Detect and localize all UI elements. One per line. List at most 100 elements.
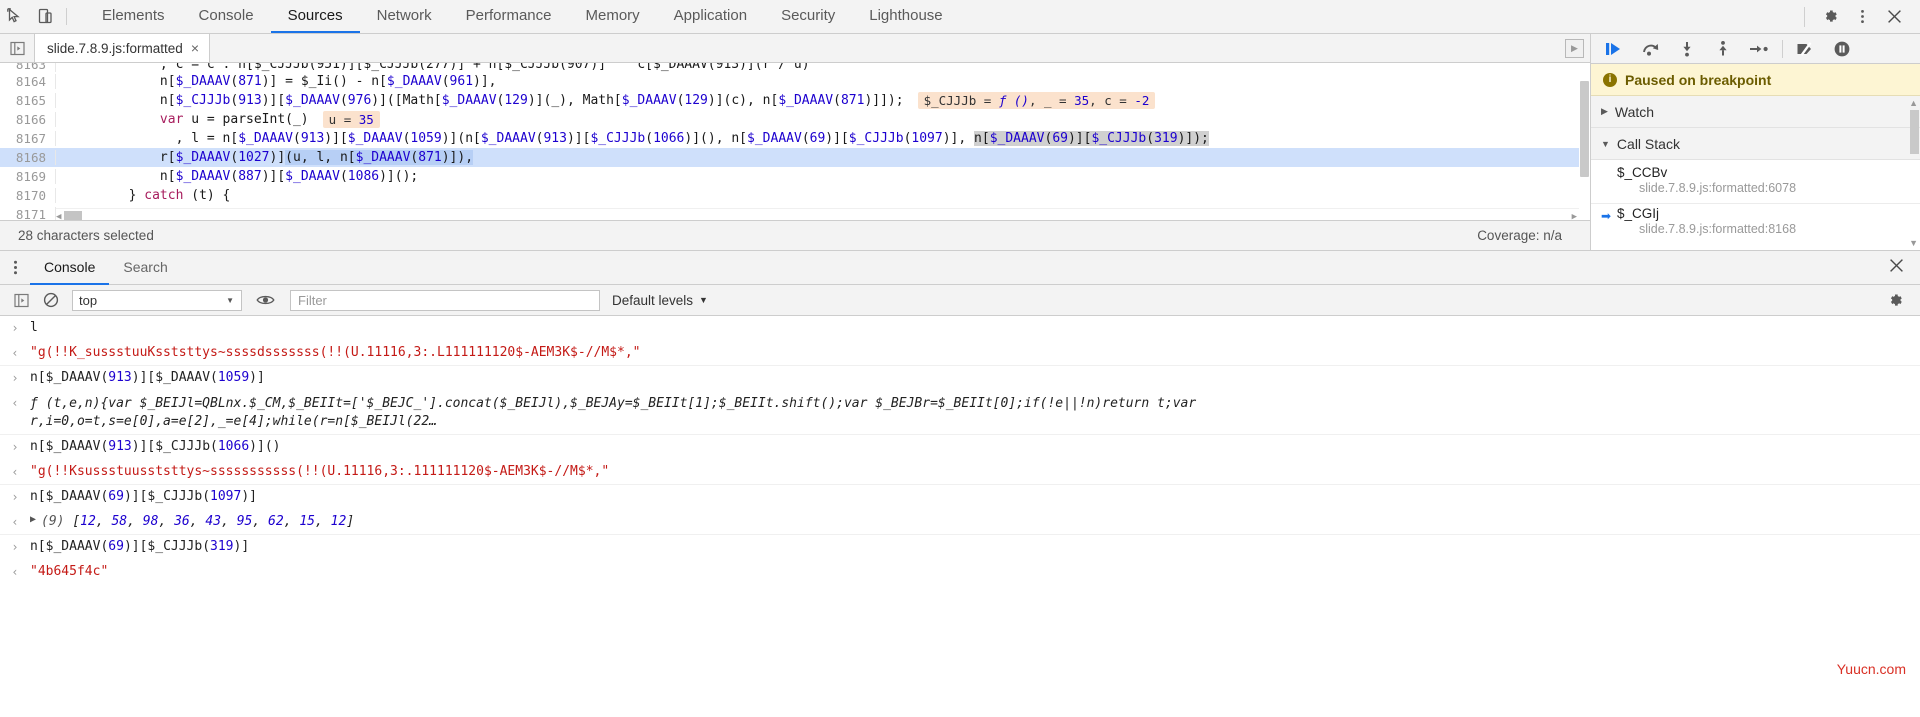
editor-line: 8164 n[$_DAAAV(871)] = $_Ii() - n[$_DAAA… <box>0 72 1590 91</box>
console-output-row: ‹ "4b645f4c" <box>0 560 1920 585</box>
scrollbar-thumb[interactable] <box>1910 110 1919 154</box>
console-levels-dropdown[interactable]: Default levels ▼ <box>612 293 708 308</box>
inline-value-num1: 35 <box>1074 93 1090 108</box>
console-output-row: ‹ ▶ (9) [12, 58, 98, 36, 43, 95, 62, 15,… <box>0 510 1920 535</box>
devtools-main-toolbar: Elements Console Sources Network Perform… <box>0 0 1920 34</box>
console-settings-icon[interactable] <box>1887 292 1914 309</box>
main-toolbar-right <box>1795 0 1920 33</box>
tab-lighthouse[interactable]: Lighthouse <box>852 0 959 33</box>
watch-section-header[interactable]: ▶ Watch <box>1591 96 1920 128</box>
arg-number: 69 <box>108 489 124 504</box>
show-navigator-icon[interactable] <box>0 34 34 62</box>
line-code: var u = parseInt(_) <box>56 112 309 127</box>
source-code-editor[interactable]: 8163 , c = c : n[$_CJJJb(951)][$_CJJJb(2… <box>0 63 1590 220</box>
call-stack-frame[interactable]: $_CCBv slide.7.8.9.js:formatted:6078 <box>1591 163 1920 199</box>
input-prompt-icon: › <box>11 321 19 335</box>
inspect-element-icon[interactable] <box>0 0 30 33</box>
deactivate-breakpoints-button[interactable] <box>1788 34 1824 64</box>
tab-application[interactable]: Application <box>657 0 764 33</box>
file-tab-bar-right: ▶ <box>1565 34 1590 62</box>
drawer-tab-search[interactable]: Search <box>109 251 181 285</box>
step-into-button[interactable] <box>1669 34 1705 64</box>
editor-horizontal-scrollbar[interactable]: ◀ ▶ <box>56 208 1579 220</box>
inline-value-badge: u = 35 <box>322 111 380 128</box>
call-stack-section-header[interactable]: ▼ Call Stack <box>1591 128 1920 160</box>
frame-function-name: $_CGIj <box>1617 206 1660 221</box>
tab-security[interactable]: Security <box>764 0 852 33</box>
execution-context-value: top <box>79 292 98 308</box>
scrollbar-thumb[interactable] <box>64 211 82 220</box>
call-stack-frame-selected[interactable]: ➡ $_CGIj slide.7.8.9.js:formatted:8168 <box>1591 204 1920 240</box>
pause-on-exceptions-button[interactable] <box>1824 34 1860 64</box>
more-vertical-icon[interactable] <box>1846 0 1878 34</box>
array-item: 36 <box>174 514 190 529</box>
expand-array-icon[interactable]: ▶ <box>30 514 36 525</box>
watch-section-title: Watch <box>1614 103 1655 120</box>
resume-script-button[interactable] <box>1597 34 1633 64</box>
tab-sources[interactable]: Sources <box>270 0 360 33</box>
tab-performance[interactable]: Performance <box>449 0 569 33</box>
sidebar-scrollbar[interactable]: ▲ ▼ <box>1909 96 1920 250</box>
console-output-row: ‹ "g(!!K_sussstuuKsststtys~ssssdsssssss(… <box>0 341 1920 366</box>
tab-console[interactable]: Console <box>182 0 271 33</box>
console-input-row: › n[$_DAAAV(69)][$_CJJJb(1097)] <box>0 485 1920 510</box>
inline-value-badge: $_CJJJb = ƒ (), _ = 35, c = -2 <box>917 92 1156 109</box>
scroll-left-arrow-icon[interactable]: ◀ <box>56 212 61 220</box>
editor-status-bar: 28 characters selected Coverage: n/a <box>0 220 1590 250</box>
console-result-array: (9) [12, 58, 98, 36, 43, 95, 62, 15, 12] <box>41 514 355 529</box>
chevron-down-icon: ▼ <box>699 295 708 305</box>
drawer-tab-bar: Console Search <box>0 251 1920 285</box>
drawer-tab-console[interactable]: Console <box>30 251 110 285</box>
inline-value-label: $_CJJJb = <box>923 93 999 108</box>
debugger-controls-toolbar <box>1591 34 1920 64</box>
tab-elements[interactable]: Elements <box>85 0 182 33</box>
line-number: 8171 <box>0 207 56 220</box>
console-message-list[interactable]: › l ‹ "g(!!K_sussstuuKsststtys~ssssdssss… <box>0 316 1920 717</box>
sources-editor-area: slide.7.8.9.js:formatted × ▶ 8163 , c = … <box>0 34 1590 250</box>
step-out-button[interactable] <box>1705 34 1741 64</box>
secondary-selection: n[$_DAAAV(69)][$_CJJJb(319)]); <box>974 131 1209 146</box>
frame-location: slide.7.8.9.js:formatted:6078 <box>1639 181 1797 195</box>
line-number: 8167 <box>0 131 56 146</box>
device-toolbar-icon[interactable] <box>30 0 60 33</box>
input-prompt-icon: › <box>11 371 19 385</box>
close-icon[interactable] <box>1878 0 1910 34</box>
output-prompt-icon: ‹ <box>11 465 19 479</box>
gear-icon[interactable] <box>1814 0 1846 34</box>
live-expression-eye-icon[interactable] <box>250 285 280 316</box>
inline-value-rest: , _ = <box>1028 93 1075 108</box>
console-toolbar: top ▼ Filter Default levels ▼ <box>0 285 1920 316</box>
more-tools-icon[interactable] <box>0 259 30 276</box>
console-sidebar-toggle-icon[interactable] <box>6 285 36 316</box>
file-tab-close-icon[interactable]: × <box>191 41 199 55</box>
scroll-down-arrow-icon[interactable]: ▼ <box>1909 238 1918 248</box>
tab-network[interactable]: Network <box>360 0 449 33</box>
line-code: n[$_CJJJb(913)][$_DAAAV(976)]([Math[$_DA… <box>66 93 904 108</box>
file-tab-bar: slide.7.8.9.js:formatted × ▶ <box>0 34 1590 63</box>
step-over-button[interactable] <box>1633 34 1669 64</box>
tab-memory[interactable]: Memory <box>569 0 657 33</box>
inline-value-num2: -2 <box>1134 93 1150 108</box>
token-keyword: catch <box>144 188 184 203</box>
output-prompt-icon: ‹ <box>11 346 19 360</box>
clear-console-icon[interactable] <box>36 285 66 316</box>
arg-number: 69 <box>108 539 124 554</box>
output-prompt-icon: ‹ <box>11 515 19 529</box>
inline-value-label: u = <box>328 112 359 127</box>
drawer-close-icon[interactable] <box>1873 258 1920 278</box>
scroll-up-arrow-icon[interactable]: ▲ <box>1909 98 1918 108</box>
editor-vertical-scrollbar[interactable] <box>1579 63 1590 220</box>
show-debugger-sidebar-icon[interactable]: ▶ <box>1565 38 1584 58</box>
scrollbar-thumb[interactable] <box>1580 81 1589 177</box>
console-result-string: "4b645f4c" <box>30 564 109 579</box>
editor-line: 8165 n[$_CJJJb(913)][$_DAAAV(976)]([Math… <box>0 91 1590 110</box>
arg-number: 1059 <box>217 370 250 385</box>
chevron-right-icon: ▶ <box>1601 106 1608 116</box>
step-button[interactable] <box>1741 34 1777 64</box>
console-filter-input[interactable]: Filter <box>290 289 600 311</box>
execution-context-selector[interactable]: top ▼ <box>72 289 242 311</box>
scroll-right-arrow-icon[interactable]: ▶ <box>1572 212 1577 220</box>
editor-line: 8169 n[$_DAAAV(887)][$_DAAAV(1086)](); <box>0 167 1590 186</box>
file-tab-slide-js[interactable]: slide.7.8.9.js:formatted × <box>34 34 211 62</box>
text-selection: (u, l, n[$_DAAAV(871)]), <box>285 150 474 165</box>
